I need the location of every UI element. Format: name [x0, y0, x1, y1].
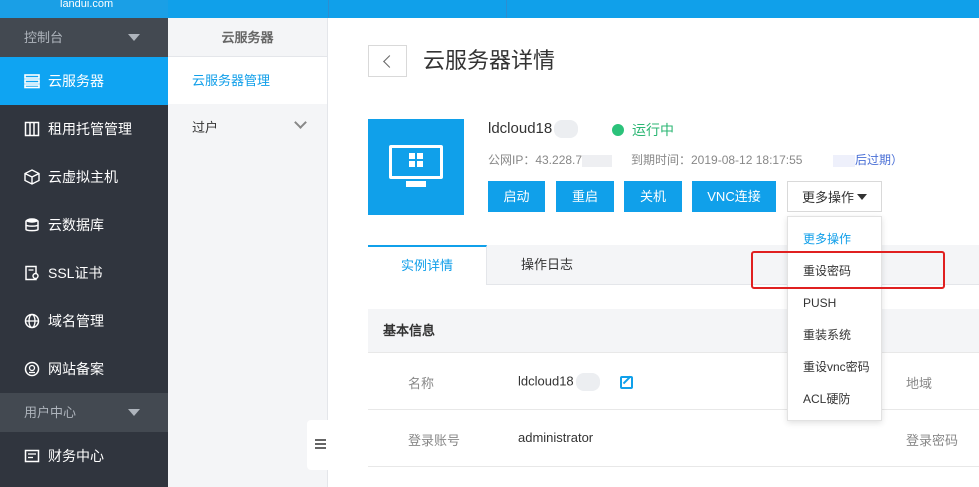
- sidebar-item-cloud-server[interactable]: 云服务器: [0, 57, 168, 105]
- subnav-item-label: 云服务器管理: [192, 73, 271, 88]
- table-row: 名称 ldcloud18 地域: [368, 353, 979, 410]
- row-right-label: 登录密码: [906, 433, 959, 448]
- logo[interactable]: landui.com: [0, 0, 168, 18]
- sidebar-item-label: 云服务器: [48, 73, 104, 89]
- sidebar-item-label: 网站备案: [48, 361, 104, 377]
- redacted-mask: [575, 373, 600, 391]
- globe-icon: [24, 313, 40, 329]
- row-value: ldcloud18: [518, 373, 633, 391]
- sidebar-item-filing[interactable]: 网站备案: [0, 345, 168, 393]
- sidebar-item-label: 域名管理: [48, 313, 104, 329]
- certificate-icon: [25, 265, 39, 281]
- wallet-icon: [24, 449, 40, 463]
- row-value: administrator: [518, 430, 594, 445]
- more-actions-button[interactable]: 更多操作: [787, 181, 882, 212]
- subnav-item-label: 过户: [192, 120, 219, 135]
- collapse-sidebar-button[interactable]: [307, 420, 329, 470]
- expire-time: 到期时间：2019-08-12 18:17:55: [631, 153, 803, 167]
- vnc-connect-button[interactable]: VNC连接: [692, 181, 776, 212]
- tab-operation-log[interactable]: 操作日志: [488, 245, 606, 285]
- logo-text: landui.com: [60, 0, 114, 10]
- sidebar-item-domain[interactable]: 域名管理: [0, 297, 168, 345]
- menu-item-reinstall-system[interactable]: 重装系统: [788, 319, 881, 351]
- more-actions-label: 更多操作: [802, 190, 855, 205]
- menu-icon: [315, 439, 326, 441]
- server-name-text: ldcloud18: [488, 120, 553, 137]
- tab-instance-details[interactable]: 实例详情: [368, 245, 487, 285]
- section-basic-info: 基本信息: [368, 309, 979, 353]
- sidebar: 控制台 云服务器 租用托管管理 云虚拟主机 云数据库 SSL证书 域名管理 网站…: [0, 18, 168, 487]
- topbar-divider: [506, 0, 507, 18]
- redacted-mask: [582, 154, 613, 167]
- shutdown-button[interactable]: 关机: [624, 181, 682, 212]
- sub-navigation: 云服务器 云服务器管理 过户: [168, 18, 328, 487]
- menu-item-reset-vnc-password[interactable]: 重设vnc密码: [788, 351, 881, 383]
- sidebar-item-virtual-host[interactable]: 云虚拟主机: [0, 153, 168, 201]
- sidebar-item-label: 财务中心: [48, 448, 104, 464]
- sidebar-item-database[interactable]: 云数据库: [0, 201, 168, 249]
- database-icon: [25, 218, 39, 232]
- chevron-down-icon: [294, 116, 307, 129]
- start-button[interactable]: 启动: [488, 181, 545, 212]
- sidebar-item-label: 云数据库: [48, 217, 104, 233]
- restart-button[interactable]: 重启: [556, 181, 614, 212]
- back-button[interactable]: [368, 45, 407, 77]
- menu-item-push[interactable]: PUSH: [788, 287, 881, 319]
- caret-down-icon: [128, 34, 140, 41]
- sidebar-group-label: 用户中心: [24, 405, 77, 420]
- top-bar: landui.com: [0, 0, 979, 18]
- status-text: 运行中: [632, 122, 674, 138]
- edit-icon[interactable]: [619, 375, 633, 389]
- rack-icon: [24, 121, 40, 137]
- status-badge: 运行中: [612, 120, 674, 140]
- subnav-title: 云服务器: [168, 18, 327, 57]
- sidebar-item-label: 租用托管管理: [48, 121, 132, 137]
- sidebar-group-user-center[interactable]: 用户中心: [0, 393, 168, 432]
- sidebar-group-label: 控制台: [24, 30, 64, 45]
- public-ip-text: 公网IP：43.228.7: [488, 153, 583, 167]
- caret-down-icon: [128, 409, 140, 416]
- sidebar-item-label: SSL证书: [48, 265, 103, 281]
- page-title: 云服务器详情: [423, 48, 556, 73]
- windows-icon: [409, 153, 423, 167]
- menu-item-acl-firewall[interactable]: ACL硬防: [788, 383, 881, 415]
- redacted-mask: [554, 120, 579, 139]
- caret-down-icon: [857, 194, 867, 200]
- sidebar-item-label: 云虚拟主机: [48, 169, 118, 185]
- seal-icon: [24, 361, 40, 377]
- topbar-divider: [328, 0, 329, 18]
- sidebar-item-hosting[interactable]: 租用托管管理: [0, 105, 168, 153]
- expire-note: 后过期）: [833, 151, 903, 168]
- more-actions-dropdown: 更多操作 重设密码 PUSH 重装系统 重设vnc密码 ACL硬防: [787, 216, 882, 421]
- highlight-annotation: [751, 251, 945, 289]
- row-right-label: 地域: [906, 376, 933, 391]
- public-ip: 公网IP：43.228.7: [488, 151, 613, 168]
- subnav-item-server-management[interactable]: 云服务器管理: [168, 57, 327, 104]
- sidebar-item-ssl[interactable]: SSL证书: [0, 249, 168, 297]
- row-label: 名称: [408, 376, 435, 391]
- expire-note-text: 后过期）: [855, 153, 904, 167]
- subnav-item-transfer[interactable]: 过户: [168, 104, 327, 151]
- sidebar-group-console[interactable]: 控制台: [0, 18, 168, 57]
- cube-icon: [24, 169, 40, 185]
- server-image: [368, 119, 464, 215]
- row-label: 登录账号: [408, 433, 461, 448]
- server-name-value: ldcloud18: [518, 373, 574, 389]
- server-name: ldcloud18: [488, 120, 579, 139]
- redacted-mask: [833, 154, 855, 167]
- sidebar-item-finance[interactable]: 财务中心: [0, 432, 168, 480]
- status-dot-icon: [612, 124, 624, 136]
- table-row: 登录账号 administrator 登录密码: [368, 410, 979, 467]
- server-list-icon: [24, 74, 40, 89]
